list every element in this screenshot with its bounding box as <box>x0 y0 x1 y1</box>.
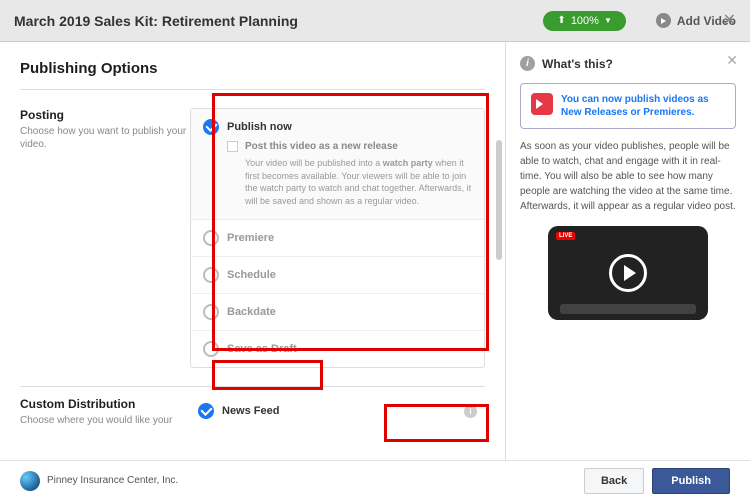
section-label: Custom Distribution <box>20 397 190 411</box>
help-title: What's this? <box>542 57 613 71</box>
option-schedule[interactable]: Schedule <box>191 257 484 294</box>
divider <box>20 89 485 90</box>
option-save-draft[interactable]: Save as Draft <box>191 331 484 367</box>
help-description: As soon as your video publishes, people … <box>520 139 736 214</box>
page-title: March 2019 Sales Kit: Retirement Plannin… <box>14 13 543 29</box>
check-selected-icon <box>198 403 214 419</box>
radio-icon <box>203 230 219 246</box>
option-premiere[interactable]: Premiere <box>191 220 484 257</box>
option-label: Save as Draft <box>227 343 297 355</box>
footer: Pinney Insurance Center, Inc. Back Publi… <box>0 460 750 500</box>
option-description: Your video will be published into a watc… <box>245 157 472 207</box>
help-panel: ✕ i What's this? You can now publish vid… <box>505 42 750 460</box>
info-card[interactable]: You can now publish videos as New Releas… <box>520 83 736 129</box>
info-icon: i <box>520 56 535 71</box>
option-label: News Feed <box>222 405 279 417</box>
option-label: Backdate <box>227 306 276 318</box>
info-icon[interactable]: i <box>464 405 477 418</box>
checkbox-label: Post this video as a new release <box>245 141 398 152</box>
back-button[interactable]: Back <box>584 468 644 494</box>
section-sublabel: Choose how you want to publish your vide… <box>20 125 190 151</box>
option-label: Premiere <box>227 232 274 244</box>
radio-icon <box>203 341 219 357</box>
section-label: Posting <box>20 108 190 122</box>
scrollbar[interactable] <box>496 140 502 390</box>
company-name: Pinney Insurance Center, Inc. <box>47 475 584 486</box>
option-news-feed[interactable]: News Feed i <box>190 397 485 425</box>
option-backdate[interactable]: Backdate <box>191 294 484 331</box>
play-icon <box>609 254 647 292</box>
radio-selected-icon <box>203 119 219 135</box>
chevron-down-icon: ▼ <box>604 16 612 25</box>
publish-button[interactable]: Publish <box>652 468 730 494</box>
progress-text: 100% <box>571 15 599 27</box>
live-badge: LIVE <box>556 232 575 240</box>
section-sublabel: Choose where you would like your <box>20 414 190 427</box>
header: March 2019 Sales Kit: Retirement Plannin… <box>0 0 750 42</box>
upload-icon: ⬆ <box>557 15 565 26</box>
close-icon[interactable]: ✕ <box>726 52 738 69</box>
option-label: Schedule <box>227 269 276 281</box>
checkbox-icon <box>227 141 238 152</box>
close-icon[interactable]: ✕ <box>723 10 736 30</box>
checkbox-new-release[interactable]: Post this video as a new release <box>227 141 472 152</box>
option-publish-now[interactable]: Publish now <box>191 109 484 141</box>
radio-icon <box>203 267 219 283</box>
video-icon <box>531 93 553 115</box>
info-card-text: You can now publish videos as New Releas… <box>561 93 725 119</box>
publishing-panel: Publishing Options Posting Choose how yo… <box>0 42 505 460</box>
upload-progress[interactable]: ⬆ 100% ▼ <box>543 11 625 31</box>
radio-icon <box>203 304 219 320</box>
play-icon <box>656 13 671 28</box>
panel-title: Publishing Options <box>20 60 485 77</box>
posting-options: Publish now Post this video as a new rel… <box>190 108 485 368</box>
preview-image: LIVE <box>548 226 708 320</box>
option-label: Publish now <box>227 121 292 133</box>
avatar <box>20 471 40 491</box>
